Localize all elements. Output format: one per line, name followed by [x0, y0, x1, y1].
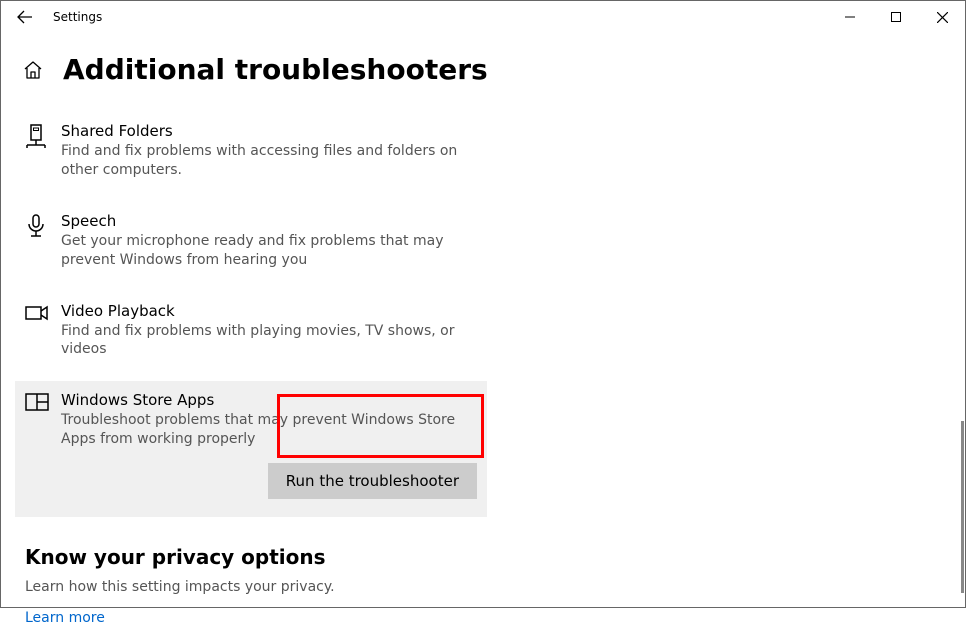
privacy-section: Know your privacy options Learn how this… [25, 545, 965, 626]
titlebar: Settings [1, 1, 965, 33]
troubleshooter-video-playback[interactable]: Video Playback Find and fix problems wit… [15, 292, 487, 372]
back-arrow-icon [17, 9, 33, 25]
window-controls [827, 1, 965, 33]
minimize-button[interactable] [827, 1, 873, 33]
page-title: Additional troubleshooters [63, 53, 488, 86]
back-button[interactable] [9, 1, 41, 33]
troubleshooter-title: Speech [61, 212, 477, 230]
troubleshooter-list: Shared Folders Find and fix problems wit… [15, 112, 487, 517]
troubleshooter-desc: Find and fix problems with playing movie… [61, 322, 477, 360]
page-header: Additional troubleshooters [1, 53, 965, 86]
troubleshooter-title: Video Playback [61, 302, 477, 320]
privacy-desc: Learn how this setting impacts your priv… [25, 579, 965, 595]
troubleshooter-windows-store-apps[interactable]: Windows Store Apps Troubleshoot problems… [15, 381, 487, 449]
troubleshooter-desc: Get your microphone ready and fix proble… [61, 232, 477, 270]
minimize-icon [845, 12, 855, 22]
windows-store-apps-icon [23, 391, 61, 449]
troubleshooter-title: Shared Folders [61, 122, 477, 140]
scrollbar[interactable] [961, 421, 964, 593]
speech-icon [23, 212, 61, 270]
troubleshooter-shared-folders[interactable]: Shared Folders Find and fix problems wit… [15, 112, 487, 192]
video-playback-icon [23, 302, 61, 360]
troubleshooter-desc: Find and fix problems with accessing fil… [61, 142, 477, 180]
home-icon[interactable] [23, 60, 43, 84]
troubleshooter-desc: Troubleshoot problems that may prevent W… [61, 411, 477, 449]
content-area: Additional troubleshooters Shared Folder… [1, 33, 965, 626]
close-button[interactable] [919, 1, 965, 33]
troubleshooter-title: Windows Store Apps [61, 391, 477, 409]
settings-window: Settings [0, 0, 966, 608]
troubleshooter-speech[interactable]: Speech Get your microphone ready and fix… [15, 202, 487, 282]
close-icon [937, 12, 948, 23]
learn-more-link[interactable]: Learn more [25, 610, 105, 626]
privacy-title: Know your privacy options [25, 545, 965, 569]
maximize-icon [891, 12, 901, 22]
run-troubleshooter-button[interactable]: Run the troubleshooter [268, 463, 477, 499]
maximize-button[interactable] [873, 1, 919, 33]
shared-folders-icon [23, 122, 61, 180]
titlebar-title: Settings [53, 10, 102, 24]
troubleshooter-expanded-actions: Run the troubleshooter [15, 449, 487, 517]
